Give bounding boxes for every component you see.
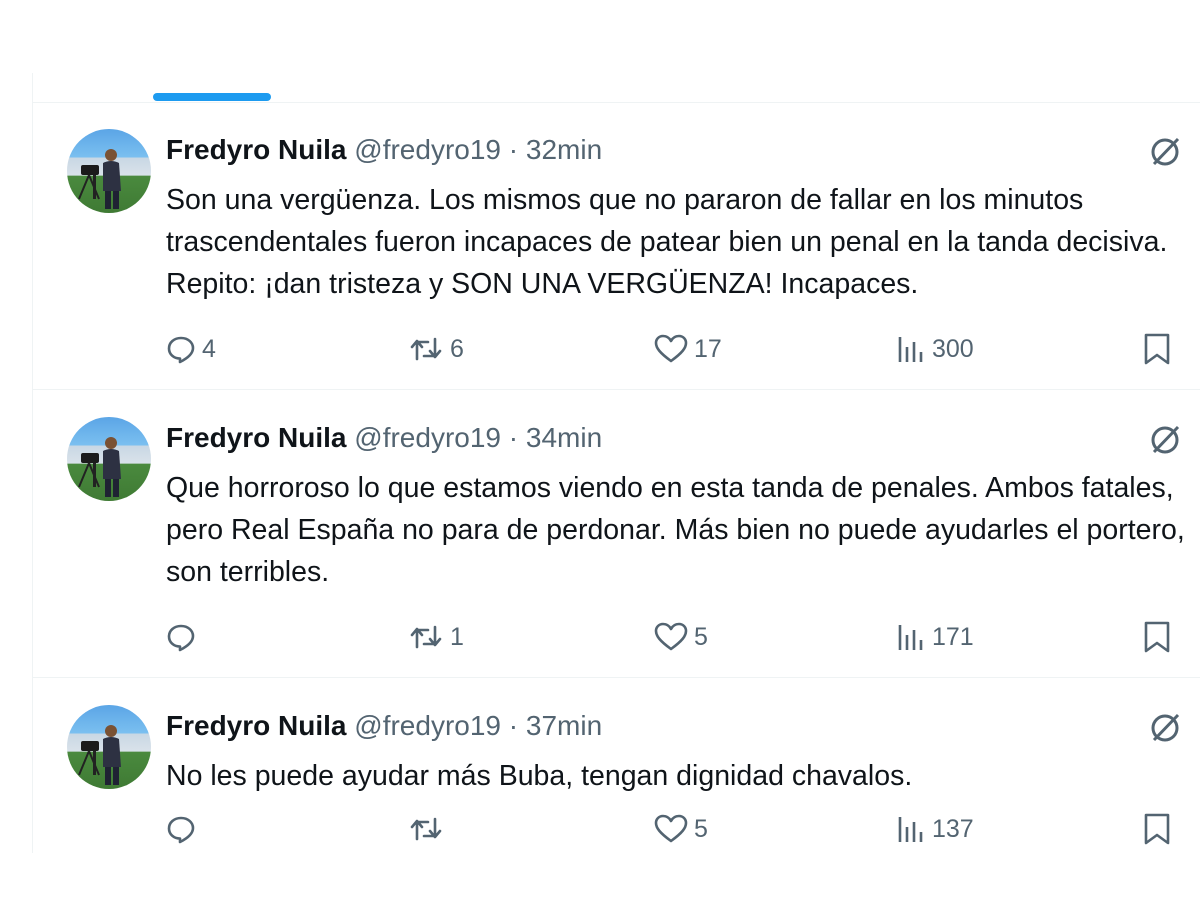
- timeline: Fredyro Nuila @fredyro19 · 32min Son una…: [32, 73, 1200, 853]
- tweet-text: No les puede ayudar más Buba, tengan dig…: [166, 760, 913, 792]
- author-handle[interactable]: @fredyro19: [354, 134, 501, 165]
- repost-button[interactable]: [408, 809, 450, 849]
- like-button[interactable]: 17: [654, 329, 722, 369]
- reply-button[interactable]: [166, 617, 202, 657]
- repost-icon: [410, 625, 442, 649]
- grok-icon[interactable]: [1147, 133, 1183, 169]
- bookmark-icon: [1144, 813, 1170, 845]
- repost-count: 1: [450, 622, 464, 651]
- reply-count: 4: [202, 334, 216, 363]
- author-handle[interactable]: @fredyro19: [354, 710, 501, 741]
- like-button[interactable]: 5: [654, 809, 708, 849]
- tweet-header: Fredyro Nuila @fredyro19 · 37min: [166, 709, 602, 743]
- repost-icon: [410, 817, 442, 841]
- views-icon: [898, 337, 923, 362]
- reply-button[interactable]: 4: [166, 329, 216, 369]
- tweet[interactable]: Fredyro Nuila @fredyro19 · 32min Son una…: [33, 103, 1200, 390]
- timestamp[interactable]: 34min: [526, 422, 602, 453]
- views-count: 137: [932, 814, 974, 843]
- views-button[interactable]: 137: [896, 809, 974, 849]
- timestamp[interactable]: 32min: [526, 134, 602, 165]
- action-bar: 1 5 171: [166, 617, 1186, 657]
- reply-icon: [167, 624, 195, 652]
- avatar[interactable]: [67, 129, 151, 213]
- bookmark-icon: [1144, 621, 1170, 653]
- reply-icon: [167, 336, 195, 364]
- views-count: 300: [932, 334, 974, 363]
- author-handle[interactable]: @fredyro19: [354, 422, 501, 453]
- tweet-text: Que horroroso lo que estamos viendo en e…: [166, 472, 1185, 588]
- tweet-header: Fredyro Nuila @fredyro19 · 32min: [166, 133, 602, 167]
- like-count: 17: [694, 334, 722, 363]
- like-icon: [654, 814, 688, 843]
- grok-icon[interactable]: [1147, 421, 1183, 457]
- tab-bar: [33, 73, 1200, 103]
- bookmark-icon: [1144, 333, 1170, 365]
- action-bar: 4 6 17 300: [166, 329, 1186, 369]
- views-count: 171: [932, 622, 974, 651]
- bookmark-button[interactable]: [1142, 329, 1172, 369]
- separator: ·: [508, 134, 519, 165]
- action-bar: 5 137: [166, 809, 1186, 849]
- active-tab-indicator: [153, 93, 271, 101]
- avatar[interactable]: [67, 705, 151, 789]
- views-icon: [898, 625, 923, 650]
- like-button[interactable]: 5: [654, 617, 708, 657]
- grok-icon[interactable]: [1147, 709, 1183, 745]
- author-name[interactable]: Fredyro Nuila: [166, 710, 346, 741]
- repost-count: 6: [450, 334, 464, 363]
- reply-icon: [167, 816, 195, 844]
- author-name[interactable]: Fredyro Nuila: [166, 422, 346, 453]
- bookmark-button[interactable]: [1142, 809, 1172, 849]
- repost-button[interactable]: 6: [408, 329, 464, 369]
- tweet[interactable]: Fredyro Nuila @fredyro19 · 37min No les …: [33, 679, 1200, 853]
- bookmark-button[interactable]: [1142, 617, 1172, 657]
- timestamp[interactable]: 37min: [526, 710, 602, 741]
- views-button[interactable]: 171: [896, 617, 974, 657]
- tweet[interactable]: Fredyro Nuila @fredyro19 · 34min Que hor…: [33, 391, 1200, 678]
- repost-button[interactable]: 1: [408, 617, 464, 657]
- like-count: 5: [694, 622, 708, 651]
- like-icon: [654, 622, 688, 651]
- reply-button[interactable]: [166, 809, 202, 849]
- author-name[interactable]: Fredyro Nuila: [166, 134, 346, 165]
- separator: ·: [508, 422, 519, 453]
- like-count: 5: [694, 814, 708, 843]
- avatar[interactable]: [67, 417, 151, 501]
- tweet-text: Son una vergüenza. Los mismos que no par…: [166, 184, 1168, 300]
- like-icon: [654, 334, 688, 363]
- views-button[interactable]: 300: [896, 329, 974, 369]
- tweet-header: Fredyro Nuila @fredyro19 · 34min: [166, 421, 602, 455]
- views-icon: [898, 817, 923, 842]
- separator: ·: [508, 710, 519, 741]
- repost-icon: [410, 337, 442, 361]
